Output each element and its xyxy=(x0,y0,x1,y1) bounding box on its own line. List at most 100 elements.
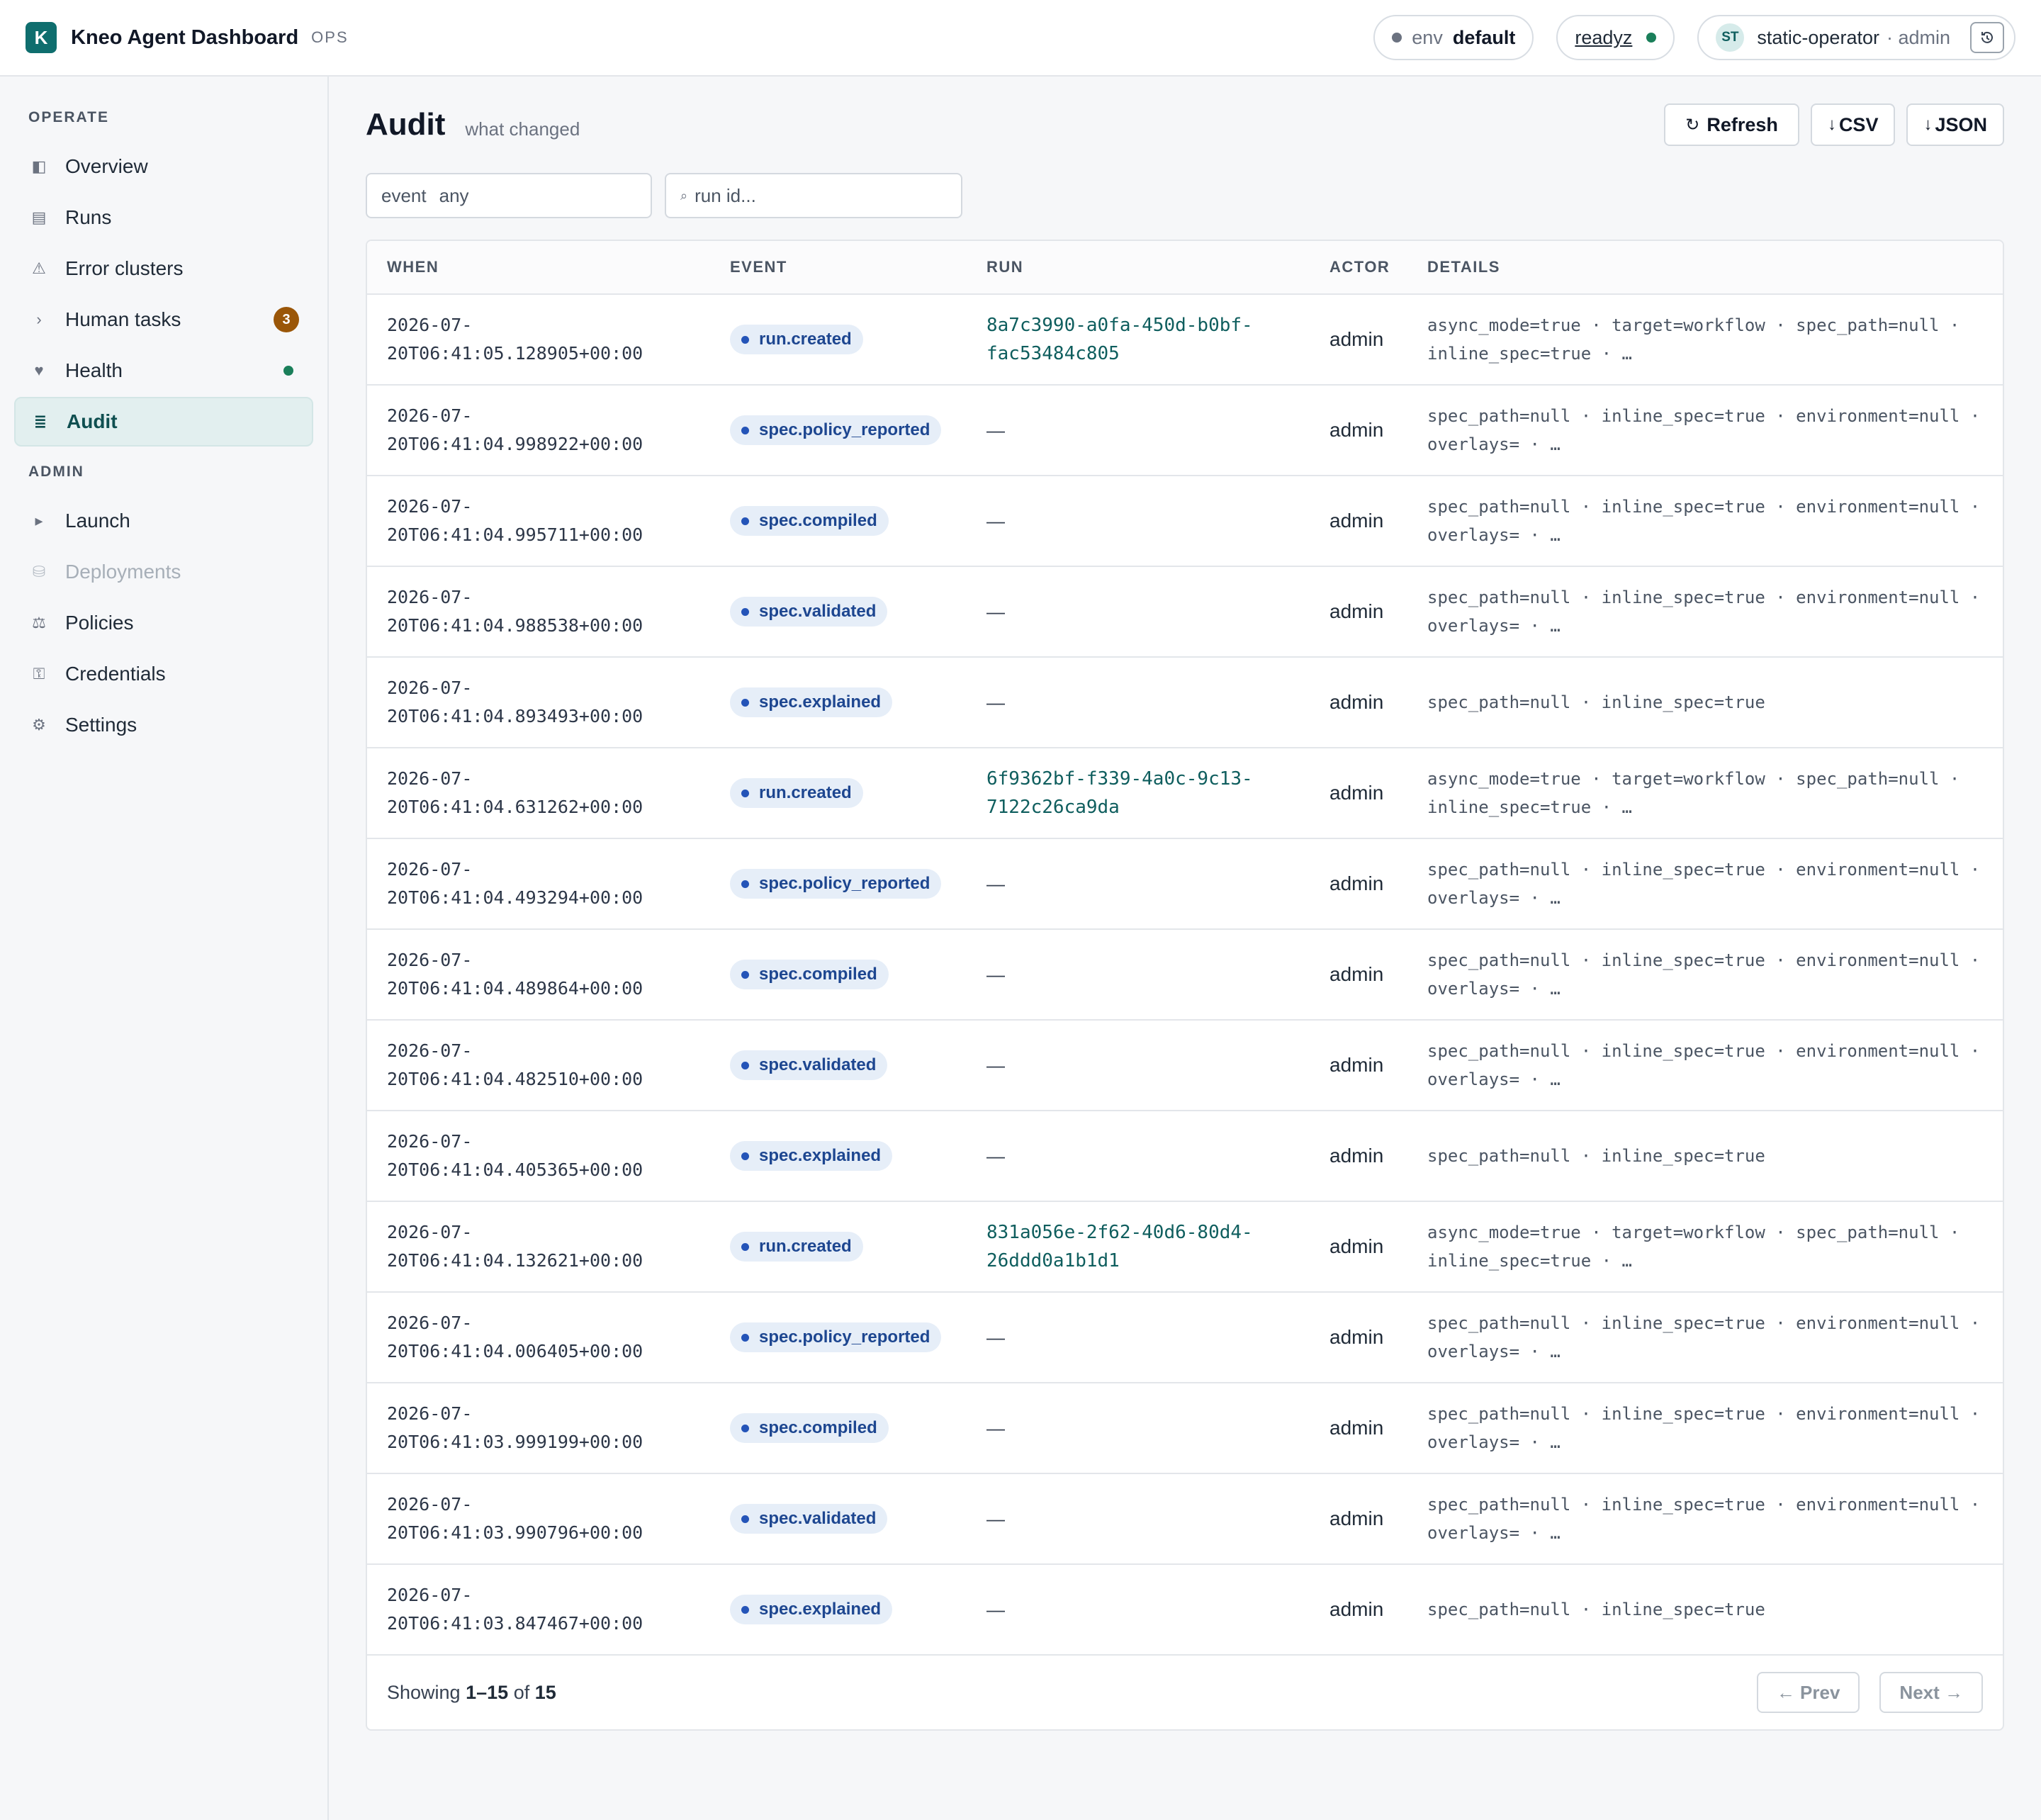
run-link[interactable]: 831a056e-2f62-40d6-80d4- 26ddd0a1b1d1 xyxy=(986,1218,1329,1275)
sidebar-item-health[interactable]: ♥ Health xyxy=(14,346,313,395)
sidebar-item-launch[interactable]: ▸ Launch xyxy=(14,496,313,546)
table-row[interactable]: 2026-07- 20T06:41:04.132621+00:00 run.cre… xyxy=(367,1202,2003,1293)
row-details: spec_path=null · inline_spec=true · envi… xyxy=(1427,1313,1981,1361)
table-row[interactable]: 2026-07- 20T06:41:03.990796+00:00 spec.va… xyxy=(367,1474,2003,1565)
row-timestamp: 2026-07- 20T06:41:04.998922+00:00 xyxy=(387,405,643,454)
event-filter-value: any xyxy=(439,184,469,206)
sidebar-item-human-tasks[interactable]: › Human tasks 3 xyxy=(14,295,313,344)
table-row[interactable]: 2026-07- 20T06:41:04.995711+00:00 spec.co… xyxy=(367,476,2003,567)
env-status-dot xyxy=(1392,33,1402,43)
sidebar-item-audit[interactable]: ≣ Audit xyxy=(14,397,313,446)
sidebar-item-label: Settings xyxy=(65,714,137,736)
table-row[interactable]: 2026-07- 20T06:41:05.128905+00:00 run.cre… xyxy=(367,295,2003,386)
event-chip: run.created xyxy=(730,325,863,354)
env-selector[interactable]: env default xyxy=(1373,15,1534,60)
sidebar-item-label: Launch xyxy=(65,510,130,532)
run-empty: — xyxy=(986,600,1005,622)
export-csv-button[interactable]: ↓ CSV xyxy=(1810,103,1896,146)
table-row[interactable]: 2026-07- 20T06:41:04.482510+00:00 spec.va… xyxy=(367,1021,2003,1111)
run-link[interactable]: 8a7c3990-a0fa-450d-b0bf- fac53484c805 xyxy=(986,311,1329,368)
sidebar-item-runs[interactable]: ▤ Runs xyxy=(14,193,313,242)
sidebar-item-label: Human tasks xyxy=(65,308,181,330)
row-details: async_mode=true · target=workflow · spec… xyxy=(1427,769,1960,817)
refresh-button[interactable]: ↻ Refresh xyxy=(1664,103,1799,146)
table-row[interactable]: 2026-07- 20T06:41:04.998922+00:00 spec.po… xyxy=(367,386,2003,476)
sidebar-item-policies[interactable]: ⚖ Policies xyxy=(14,598,313,648)
readyz-link[interactable]: readyz xyxy=(1575,27,1632,49)
app-title: Kneo Agent Dashboard xyxy=(71,26,299,49)
json-label: JSON xyxy=(1935,113,1987,135)
overview-icon: ◧ xyxy=(31,157,47,175)
row-details: spec_path=null · inline_spec=true · envi… xyxy=(1427,406,1981,454)
event-dot xyxy=(741,1333,749,1342)
event-dot xyxy=(741,607,749,616)
event-dot xyxy=(741,789,749,797)
prev-page-button[interactable]: ← Prev xyxy=(1756,1672,1860,1713)
row-timestamp: 2026-07- 20T06:41:04.995711+00:00 xyxy=(387,496,643,545)
table-header: WHEN EVENT RUN ACTOR DETAILS xyxy=(367,241,2003,295)
event-dot xyxy=(741,426,749,434)
showing-range: 1–15 xyxy=(466,1681,509,1703)
sidebar-item-label: Policies xyxy=(65,612,134,634)
health-status-dot xyxy=(283,366,293,376)
column-header-actor[interactable]: ACTOR xyxy=(1329,258,1427,276)
event-chip: spec.compiled xyxy=(730,1413,889,1443)
event-filter-select[interactable]: event any xyxy=(366,173,652,218)
row-details: spec_path=null · inline_spec=true · envi… xyxy=(1427,1495,1981,1543)
table-row[interactable]: 2026-07- 20T06:41:04.631262+00:00 run.cre… xyxy=(367,748,2003,839)
row-details: async_mode=true · target=workflow · spec… xyxy=(1427,1223,1960,1271)
run-id-search-input[interactable]: ⌕ run id... xyxy=(665,173,962,218)
table-row[interactable]: 2026-07- 20T06:41:04.988538+00:00 spec.va… xyxy=(367,567,2003,658)
sidebar-item-credentials[interactable]: ⚿ Credentials xyxy=(14,649,313,699)
event-dot xyxy=(741,1152,749,1160)
row-timestamp: 2026-07- 20T06:41:04.493294+00:00 xyxy=(387,859,643,908)
table-row[interactable]: 2026-07- 20T06:41:04.893493+00:00 spec.ex… xyxy=(367,658,2003,748)
event-label: spec.explained xyxy=(759,692,882,712)
download-icon: ↓ xyxy=(1827,115,1836,134)
run-id-placeholder: run id... xyxy=(695,184,756,206)
row-details: spec_path=null · inline_spec=true xyxy=(1427,1600,1765,1619)
column-header-run[interactable]: RUN xyxy=(986,258,1329,276)
row-timestamp: 2026-07- 20T06:41:04.988538+00:00 xyxy=(387,587,643,636)
user-role: · admin xyxy=(1886,26,1950,48)
refresh-label: Refresh xyxy=(1707,113,1778,135)
sidebar-item-error-clusters[interactable]: ⚠ Error clusters xyxy=(14,244,313,293)
chevron-right-icon: › xyxy=(36,310,42,328)
warning-icon: ⚠ xyxy=(32,259,46,277)
sidebar-item-settings[interactable]: ⚙ Settings xyxy=(14,700,313,750)
run-link[interactable]: 6f9362bf-f339-4a0c-9c13- 7122c26ca9da xyxy=(986,765,1329,821)
table-row[interactable]: 2026-07- 20T06:41:03.847467+00:00 spec.ex… xyxy=(367,1565,2003,1656)
table-row[interactable]: 2026-07- 20T06:41:04.489864+00:00 spec.co… xyxy=(367,930,2003,1021)
event-label: spec.validated xyxy=(759,1055,877,1074)
column-header-details[interactable]: DETAILS xyxy=(1427,258,2003,276)
table-row[interactable]: 2026-07- 20T06:41:04.405365+00:00 spec.ex… xyxy=(367,1111,2003,1202)
run-empty: — xyxy=(986,1145,1005,1167)
sign-out-button[interactable] xyxy=(1970,22,2004,53)
readyz-pill[interactable]: readyz xyxy=(1556,15,1675,60)
event-chip: spec.validated xyxy=(730,597,888,627)
run-empty: — xyxy=(986,1507,1005,1529)
event-chip: run.created xyxy=(730,1232,863,1262)
event-label: run.created xyxy=(759,1237,852,1256)
next-page-button[interactable]: Next → xyxy=(1879,1672,1983,1713)
app-logo[interactable]: K xyxy=(26,22,57,53)
total-count: 15 xyxy=(534,1681,556,1703)
row-timestamp: 2026-07- 20T06:41:03.999199+00:00 xyxy=(387,1403,643,1452)
table-row[interactable]: 2026-07- 20T06:41:03.999199+00:00 spec.co… xyxy=(367,1383,2003,1474)
user-menu[interactable]: ST static-operator · admin xyxy=(1697,15,2015,60)
export-json-button[interactable]: ↓ JSON xyxy=(1906,103,2004,146)
run-empty: — xyxy=(986,1598,1005,1620)
event-dot xyxy=(741,1061,749,1069)
avatar: ST xyxy=(1716,23,1745,52)
table-row[interactable]: 2026-07- 20T06:41:04.493294+00:00 spec.po… xyxy=(367,839,2003,930)
table-row[interactable]: 2026-07- 20T06:41:04.006405+00:00 spec.po… xyxy=(367,1293,2003,1383)
row-details: spec_path=null · inline_spec=true · envi… xyxy=(1427,860,1981,908)
sidebar-item-label: Credentials xyxy=(65,663,166,685)
sidebar-item-overview[interactable]: ◧ Overview xyxy=(14,142,313,191)
column-header-event[interactable]: EVENT xyxy=(730,258,986,276)
row-details: spec_path=null · inline_spec=true · envi… xyxy=(1427,1041,1981,1089)
event-chip: spec.explained xyxy=(730,1141,893,1171)
row-timestamp: 2026-07- 20T06:41:04.132621+00:00 xyxy=(387,1222,643,1271)
event-label: spec.policy_reported xyxy=(759,874,930,893)
column-header-when[interactable]: WHEN xyxy=(367,258,730,276)
